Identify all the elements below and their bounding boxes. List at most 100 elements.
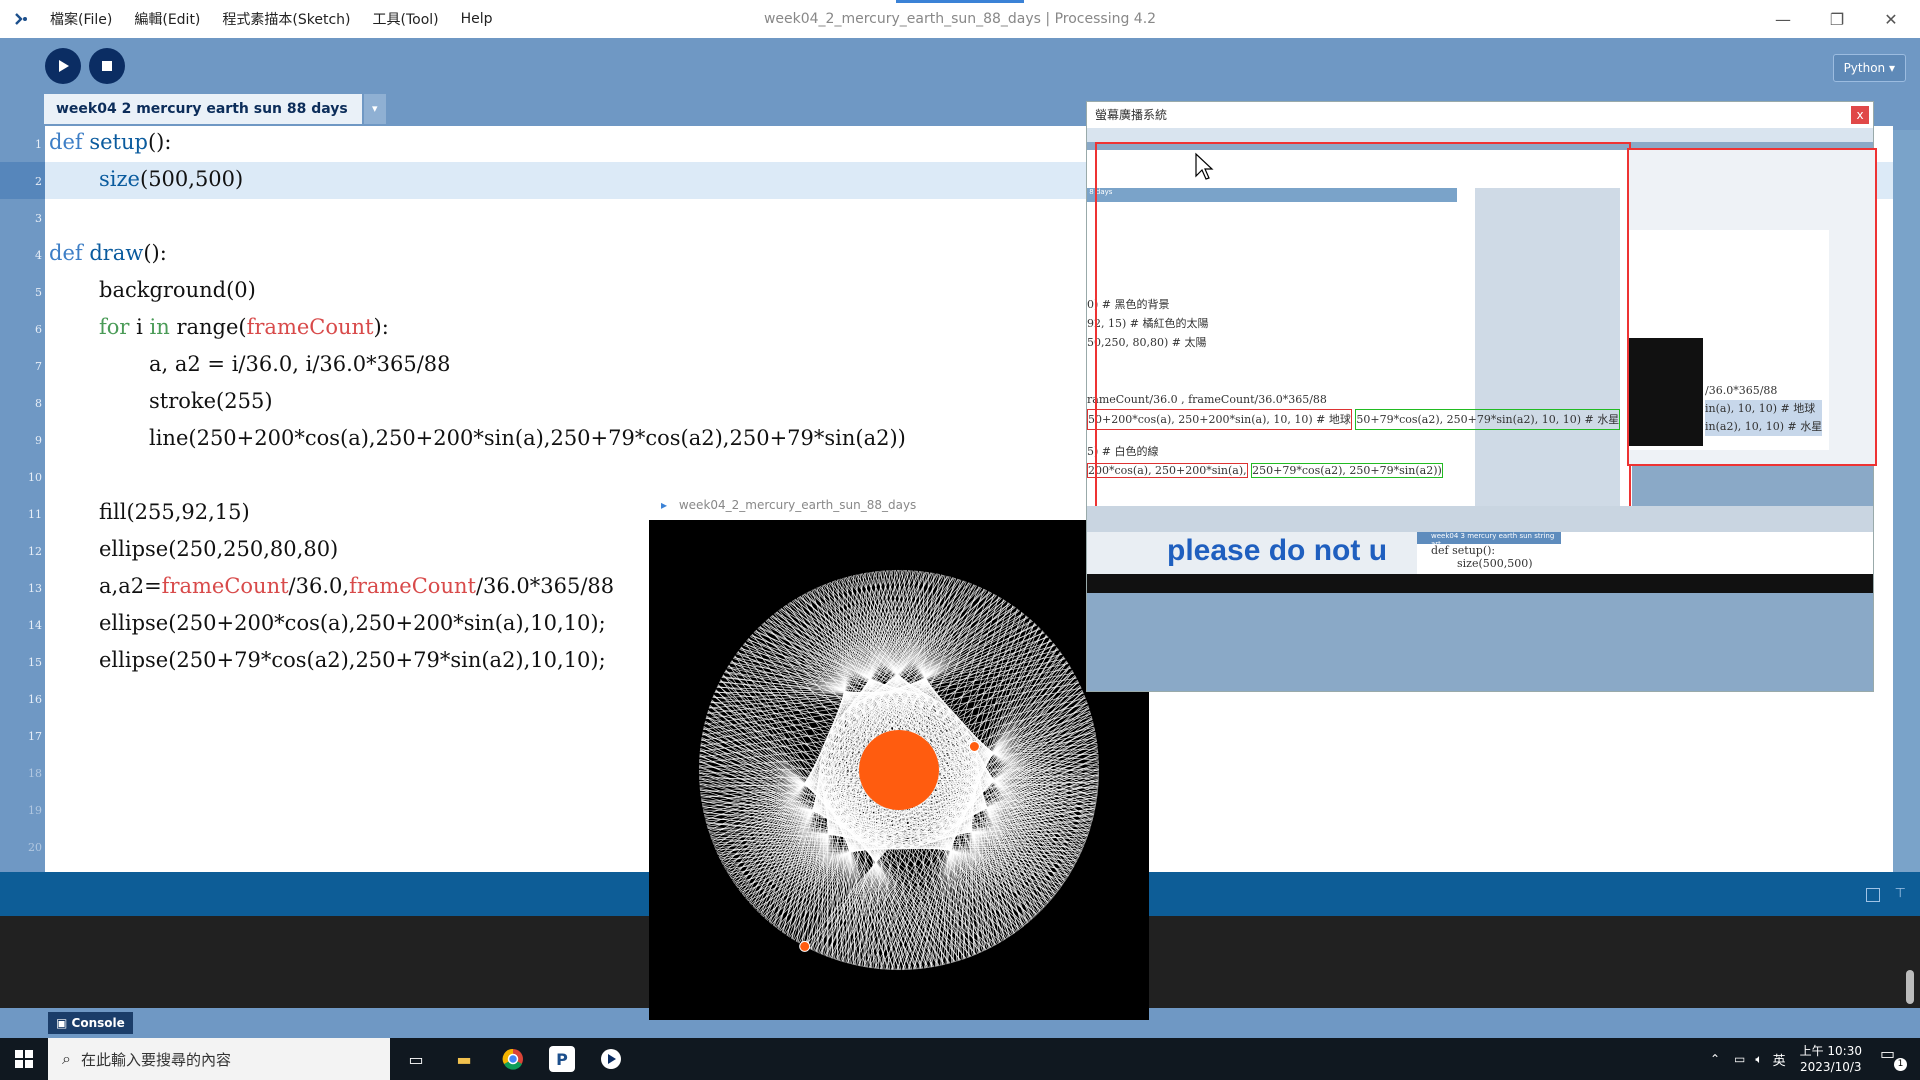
menu-sketch[interactable]: 程式素描本(Sketch) — [222, 9, 350, 29]
processing-taskbar-icon[interactable]: P — [549, 1046, 575, 1072]
menu-file[interactable]: 檔案(File) — [50, 9, 112, 29]
network-icon[interactable]: ▭ — [1734, 1052, 1745, 1066]
function-name: draw — [89, 241, 144, 265]
remote-sketch-thumb — [1629, 338, 1703, 446]
ime-indicator[interactable]: 英 — [1773, 1050, 1786, 1069]
remote-taskbar — [1087, 574, 1873, 593]
code-line-15: ellipse(250+79*cos(a2),250+79*sin(a2),10… — [99, 648, 606, 672]
code-line-1: def setup(): — [49, 130, 171, 154]
remote-partial-line: in(a2), 10, 10) # 水星 — [1705, 418, 1823, 436]
volume-icon[interactable]: 🔈︎ — [1755, 1052, 1762, 1067]
line-number: 5 — [35, 286, 42, 299]
keyword: for — [99, 315, 130, 339]
line-number: 17 — [28, 730, 42, 743]
stop-icon — [102, 61, 112, 71]
windows-start-icon[interactable] — [11, 1046, 37, 1072]
line-number: 6 — [35, 323, 42, 336]
code-line-7: a, a2 = i/36.0, i/36.0*365/88 — [149, 352, 451, 376]
menu-tool[interactable]: 工具(Tool) — [373, 9, 439, 29]
line-number: 9 — [35, 434, 42, 447]
clock-time: 上午 10:30 — [1799, 1044, 1862, 1058]
tab-sketch[interactable]: week04 2 mercury earth sun 88 days — [44, 94, 362, 124]
function-name: setup — [89, 130, 148, 154]
remote-partial-line: /36.0*365/88 — [1705, 384, 1778, 397]
code-text: i — [129, 315, 150, 339]
line-number: 19 — [28, 804, 42, 817]
line-number: 14 — [28, 619, 42, 632]
remote-partial-line: in(a), 10, 10) # 地球 — [1705, 400, 1823, 418]
remote-lower-tab: week04 3 mercury earth sun string art — [1417, 532, 1561, 548]
copy-icon[interactable] — [1866, 888, 1880, 902]
tab-menu-button[interactable]: ▾ — [363, 94, 386, 124]
sketch-title-bar: ▸ week04_2_mercury_earth_sun_88_days — — [649, 490, 1149, 520]
function-name: size — [99, 167, 140, 191]
line-number: 16 — [28, 693, 42, 706]
code-text: /36.0*365/88 — [475, 574, 615, 598]
keyword: def — [49, 241, 90, 265]
taskbar-search[interactable]: ⌕ 在此輸入要搜尋的內容 — [48, 1038, 390, 1080]
broadcast-close-button[interactable]: x — [1851, 106, 1869, 124]
code-line-14: ellipse(250+200*cos(a),250+200*sin(a),10… — [99, 611, 606, 635]
file-explorer-icon[interactable]: ▬ — [451, 1046, 477, 1072]
console-tab[interactable]: ▣ Console — [48, 1012, 133, 1034]
mode-selector[interactable]: Python ▾ — [1832, 54, 1906, 82]
clock[interactable]: 上午 10:30 2023/10/3 — [1800, 1043, 1862, 1075]
broadcast-title-bar: 螢幕廣播系統 x — [1087, 102, 1873, 128]
code-line-4: def draw(): — [49, 241, 167, 265]
line-number-gutter: 1 2 3 4 5 6 7 8 9 10 11 12 13 14 15 16 1… — [0, 126, 45, 872]
notification-bubble-icon: ▭ — [1880, 1044, 1896, 1063]
line-number: 12 — [28, 545, 42, 558]
code-text: (500,500) — [140, 167, 244, 191]
code-line-5: background(0) — [99, 278, 256, 302]
maximize-button[interactable]: ❐ — [1810, 0, 1864, 38]
play-icon — [59, 60, 69, 72]
sketch-canvas — [649, 520, 1149, 1020]
builtin-var: frameCount — [349, 574, 476, 598]
system-tray: ⌃ ▭ 🔈︎ 英 上午 10:30 2023/10/3 ▭ 1 — [1710, 1038, 1920, 1080]
line-number: 8 — [35, 397, 42, 410]
earth — [799, 940, 811, 952]
code-line-8: stroke(255) — [149, 389, 273, 413]
notification-center-icon[interactable]: ▭ 1 — [1880, 1044, 1910, 1074]
sketch-taskbar-icon[interactable] — [598, 1046, 624, 1072]
remote-partial-code: /36.0*365/88 in(a), 10, 10) # 地球 in(a2),… — [1705, 382, 1823, 436]
run-button[interactable] — [45, 48, 81, 84]
remote-editor-lower: week04 3 mercury earth sun string art de… — [1417, 532, 1873, 574]
search-input[interactable]: 在此輸入要搜尋的內容 — [81, 1049, 231, 1070]
sketch-window[interactable]: ▸ week04_2_mercury_earth_sun_88_days — — [649, 490, 1149, 1020]
editor-tabs: week04 2 mercury earth sun 88 days ▾ — [44, 94, 386, 124]
code-text: a,a2= — [99, 574, 162, 598]
remote-lower-area: please do not u week04 3 mercury earth s… — [1087, 532, 1873, 574]
builtin-var: frameCount — [161, 574, 289, 598]
code-line-6: for i in range(frameCount): — [99, 315, 389, 339]
remote-lower-code: size(500,500) — [1457, 557, 1533, 570]
code-line-11: fill(255,92,15) — [99, 500, 250, 524]
processing-app-icon[interactable] — [12, 10, 30, 28]
remote-palette-strip — [1087, 506, 1873, 532]
collapse-icon[interactable]: ⊤ — [1895, 886, 1906, 901]
code-text: /36.0, — [288, 574, 350, 598]
line-number: 1 — [35, 138, 42, 151]
menu-help[interactable]: Help — [461, 11, 493, 27]
menu-edit[interactable]: 編輯(Edit) — [134, 9, 200, 29]
line-number: 4 — [35, 249, 42, 262]
line-number: 18 — [28, 767, 42, 780]
minimize-button[interactable]: — — [1756, 0, 1810, 38]
screen-broadcast-window[interactable]: 螢幕廣播系統 x 8 days 0) # 黑色的背景 92, 15) # 橘紅色… — [1086, 101, 1877, 692]
line-number: 15 — [28, 656, 42, 669]
tray-chevron-icon[interactable]: ⌃ — [1710, 1052, 1720, 1066]
windows-taskbar: ⌕ 在此輸入要搜尋的內容 ▭ ▬ P ⌃ ▭ 🔈︎ 英 上午 10:30 202… — [0, 1038, 1920, 1080]
mercury — [968, 741, 980, 752]
code-line-13: a,a2=frameCount/36.0,frameCount/36.0*365… — [99, 574, 614, 598]
chrome-icon[interactable] — [500, 1046, 526, 1072]
sketch-title: week04_2_mercury_earth_sun_88_days — [678, 498, 917, 512]
line-number: 2 — [35, 175, 42, 188]
line-number: 10 — [28, 471, 42, 484]
console-scrollbar[interactable] — [1906, 970, 1914, 1004]
processing-small-icon: ▸ — [661, 498, 668, 512]
close-button[interactable]: ✕ — [1864, 0, 1918, 38]
line-number: 7 — [35, 360, 42, 373]
stop-button[interactable] — [89, 48, 125, 84]
code-line-2: size(500,500) — [99, 167, 243, 191]
task-view-icon[interactable]: ▭ — [403, 1046, 429, 1072]
